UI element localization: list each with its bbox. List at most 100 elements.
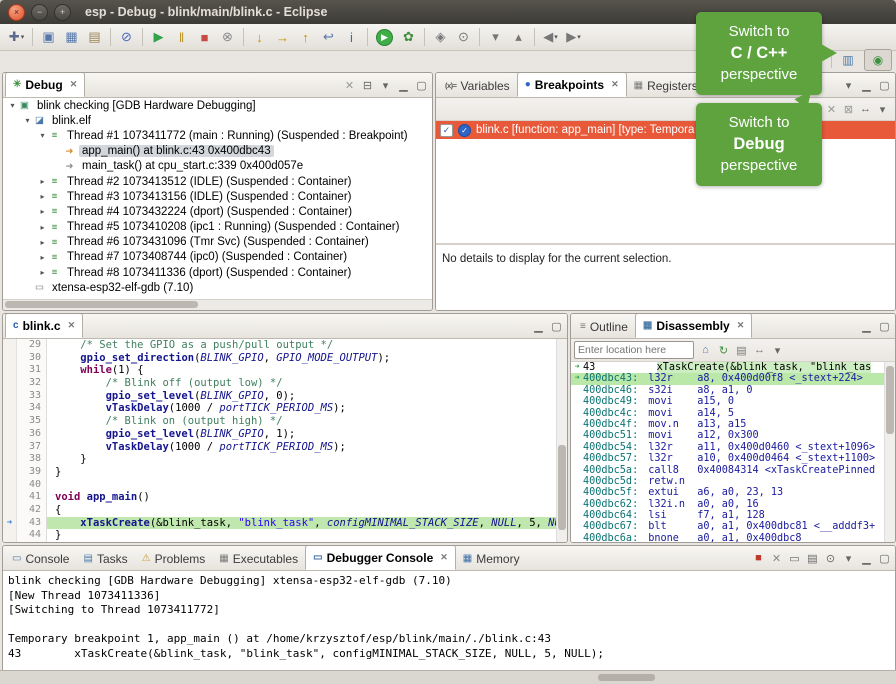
code-line[interactable]: 39} — [3, 466, 557, 479]
disconnect-icon[interactable]: ⊗ — [216, 27, 239, 48]
show-source-icon[interactable]: ▤ — [733, 342, 750, 359]
code-line[interactable]: 33 gpio_set_level(BLINK_GPIO, 0); — [3, 390, 557, 403]
tab-executables[interactable]: ▦Executables — [212, 547, 305, 570]
disassembly-listing[interactable]: ➜43 xTaskCreate(&blink_task, "blink_tas➜… — [571, 362, 885, 542]
editor-vertical-scrollbar[interactable] — [556, 339, 567, 542]
step-over-icon[interactable]: → — [271, 27, 294, 48]
search-icon[interactable]: ⊙ — [452, 27, 475, 48]
code-line[interactable]: 35 /* Blink on (output high) */ — [3, 415, 557, 428]
back-icon[interactable]: ◀▾ — [539, 27, 562, 48]
close-tab-icon[interactable]: ✕ — [70, 79, 78, 90]
expand-arrow-icon[interactable]: ▸ — [37, 238, 48, 247]
step-return-icon[interactable]: ↑ — [294, 27, 317, 48]
remove-all-terminated-icon[interactable]: ✕ — [341, 77, 358, 94]
close-tab-icon[interactable]: ✕ — [737, 320, 745, 331]
disassembly-row[interactable]: 400dbc5f:extui a6, a0, 23, 13 — [571, 487, 885, 498]
code-line[interactable]: 37 vTaskDelay(1000 / portTICK_PERIOD_MS)… — [3, 441, 557, 454]
disassembly-vertical-scrollbar[interactable] — [884, 362, 895, 542]
link-with-debug-icon[interactable]: ↔ — [857, 101, 874, 118]
scrollbar-thumb[interactable] — [886, 366, 894, 434]
debug-tree-row[interactable]: ▸≡Thread #5 1073410208 (ipc1 : Running) … — [3, 220, 432, 235]
terminate-icon[interactable]: ■ — [193, 27, 216, 48]
expand-arrow-icon[interactable]: ▾ — [22, 116, 33, 125]
sync-icon[interactable]: ↔ — [751, 342, 768, 359]
save-icon[interactable]: ▣ — [37, 27, 60, 48]
view-menu-icon[interactable]: ▾ — [840, 77, 857, 94]
debug-tree-row[interactable]: ▸≡Thread #4 1073432224 (dport) (Suspende… — [3, 204, 432, 219]
tab-tasks[interactable]: ▤Tasks — [76, 547, 134, 570]
close-tab-icon[interactable]: ✕ — [611, 79, 619, 90]
remove-all-breakpoints-icon[interactable]: ⊠ — [840, 101, 857, 118]
tab-breakpoints[interactable]: ●Breakpoints✕ — [517, 72, 627, 97]
disassembly-row[interactable]: 400dbc64:lsi f7, a1, 128 — [571, 510, 885, 521]
show-grouping-icon[interactable]: ▾ — [874, 101, 891, 118]
disassembly-row[interactable]: 400dbc67:blt a0, a1, 0x400dbc81 <__adddf… — [571, 521, 885, 532]
debugger-console-output[interactable]: blink checking [GDB Hardware Debugging] … — [3, 571, 895, 672]
location-input[interactable] — [574, 341, 694, 359]
external-tools-icon[interactable]: ◈ — [429, 27, 452, 48]
debug-horizontal-scrollbar[interactable] — [3, 299, 432, 310]
maximize-icon[interactable]: ▢ — [413, 77, 430, 94]
minimize-icon[interactable]: ▁ — [530, 318, 547, 335]
debug-icon[interactable]: ✿ — [397, 27, 420, 48]
view-menu-icon[interactable]: ▾ — [377, 77, 394, 94]
code-line[interactable]: 44} — [3, 529, 557, 542]
disassembly-row[interactable]: 400dbc51:movi a12, 0x300 — [571, 430, 885, 441]
minimize-icon[interactable]: ▁ — [858, 77, 875, 94]
scrollbar-thumb[interactable] — [558, 445, 566, 530]
debug-tree-row[interactable]: ▾◪blink.elf — [3, 113, 432, 128]
remove-launch-icon[interactable]: ✕ — [768, 550, 785, 567]
pin-console-icon[interactable]: ⊙ — [822, 550, 839, 567]
code-line[interactable]: 34 vTaskDelay(1000 / portTICK_PERIOD_MS)… — [3, 402, 557, 415]
console-menu-icon[interactable]: ▾ — [840, 550, 857, 567]
remove-breakpoint-icon[interactable]: ✕ — [823, 101, 840, 118]
tab-problems[interactable]: ⚠Problems — [135, 547, 213, 570]
maximize-icon[interactable]: ▢ — [876, 77, 893, 94]
next-annotation-icon[interactable]: ▾ — [484, 27, 507, 48]
expand-arrow-icon[interactable]: ▸ — [37, 268, 48, 277]
skip-all-breakpoints-icon[interactable]: ⊘ — [115, 27, 138, 48]
code-line[interactable]: 32 /* Blink off (output low) */ — [3, 377, 557, 390]
forward-icon[interactable]: ▶▾ — [562, 27, 585, 48]
disassembly-row[interactable]: 400dbc4f:mov.n a13, a15 — [571, 419, 885, 430]
expand-arrow-icon[interactable]: ▸ — [37, 223, 48, 232]
code-line[interactable]: 29 /* Set the GPIO as a push/pull output… — [3, 339, 557, 352]
debug-perspective-button[interactable]: ◉ — [864, 49, 892, 71]
disassembly-row[interactable]: 400dbc57:l32r a10, 0x400d0464 <_stext+11… — [571, 453, 885, 464]
expand-arrow-icon[interactable]: ▸ — [37, 192, 48, 201]
minimize-icon[interactable]: ▁ — [858, 550, 875, 567]
code-line[interactable]: 38 } — [3, 453, 557, 466]
disassembly-row[interactable]: 400dbc4c:movi a14, 5 — [571, 408, 885, 419]
tab-debugger-console[interactable]: ▭Debugger Console✕ — [305, 545, 456, 570]
tab-memory[interactable]: ▦Memory — [456, 547, 527, 570]
instruction-stepping-icon[interactable]: i — [340, 27, 363, 48]
minimize-window-button[interactable]: − — [31, 4, 48, 21]
disassembly-row[interactable]: ➜400dbc43:l32r a8, 0x400d00f8 <_stext+22… — [571, 373, 885, 384]
cpp-perspective-button[interactable]: ▥ — [835, 50, 861, 70]
disassembly-source-row[interactable]: ➜43 xTaskCreate(&blink_task, "blink_tas — [571, 362, 885, 373]
close-tab-icon[interactable]: ✕ — [68, 320, 76, 331]
terminate-icon[interactable]: ■ — [750, 550, 767, 567]
tab-disassembly[interactable]: ▦Disassembly✕ — [635, 313, 752, 338]
minimize-icon[interactable]: ▁ — [858, 318, 875, 335]
code-line[interactable]: 40 — [3, 479, 557, 492]
folder-icon[interactable]: ▤ — [83, 27, 106, 48]
breakpoint-checkbox[interactable]: ✓ — [440, 124, 453, 137]
tab-variables[interactable]: (x)=Variables — [438, 74, 517, 97]
expand-arrow-icon[interactable]: ▸ — [37, 253, 48, 262]
debug-tree-row[interactable]: ▸≡Thread #2 1073413512 (IDLE) (Suspended… — [3, 174, 432, 189]
debug-tree-row[interactable]: ▭xtensa-esp32-elf-gdb (7.10) — [3, 280, 432, 295]
code-line[interactable]: 30 gpio_set_direction(BLINK_GPIO, GPIO_M… — [3, 352, 557, 365]
disassembly-row[interactable]: 400dbc54:l32r a11, 0x400d0460 <_stext+10… — [571, 442, 885, 453]
refresh-icon[interactable]: ↻ — [715, 342, 732, 359]
breakpoint-row[interactable]: ✓ ✓ blink.c [function: app_main] [type: … — [436, 121, 895, 139]
code-editor[interactable]: 29 /* Set the GPIO as a push/pull output… — [3, 339, 557, 542]
debug-tree-row[interactable]: ▾▣blink checking [GDB Hardware Debugging… — [3, 98, 432, 113]
disassembly-row[interactable]: 400dbc6a:bnone a0, a1, 0x400dbc8 — [571, 533, 885, 542]
step-into-icon[interactable]: ↓ — [248, 27, 271, 48]
run-icon[interactable]: ▶ — [376, 29, 393, 46]
code-line[interactable]: 42{ — [3, 504, 557, 517]
tab-outline[interactable]: ≡Outline — [573, 315, 635, 338]
tab-console[interactable]: ▭Console — [5, 547, 76, 570]
debug-tree-row[interactable]: ▸≡Thread #8 1073411336 (dport) (Suspende… — [3, 265, 432, 280]
